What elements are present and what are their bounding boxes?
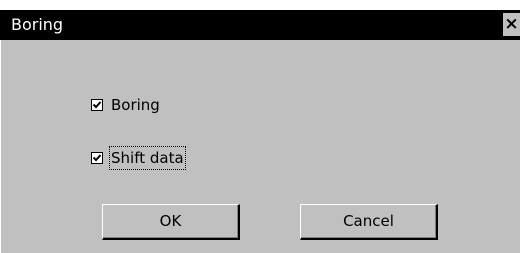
boring-checkbox-label: Boring bbox=[111, 96, 160, 114]
close-icon: × bbox=[504, 14, 519, 34]
window-title: Boring bbox=[11, 15, 64, 34]
boring-checkbox[interactable] bbox=[91, 99, 103, 111]
shift-data-checkbox-row[interactable]: Shift data bbox=[91, 146, 186, 170]
checkmark-icon bbox=[92, 101, 102, 109]
checkmark-icon bbox=[92, 154, 102, 162]
shift-data-checkbox[interactable] bbox=[91, 152, 103, 164]
top-gap bbox=[0, 0, 520, 10]
ok-button[interactable]: OK bbox=[102, 204, 240, 240]
window-edge bbox=[0, 40, 1, 253]
shift-data-checkbox-label: Shift data bbox=[109, 146, 186, 170]
boring-dialog: Boring × Boring Shift data OK Cancel bbox=[0, 0, 520, 253]
boring-checkbox-row[interactable]: Boring bbox=[91, 93, 160, 117]
title-bar[interactable]: Boring × bbox=[0, 10, 520, 40]
close-button[interactable]: × bbox=[503, 13, 520, 36]
cancel-button[interactable]: Cancel bbox=[300, 204, 438, 240]
